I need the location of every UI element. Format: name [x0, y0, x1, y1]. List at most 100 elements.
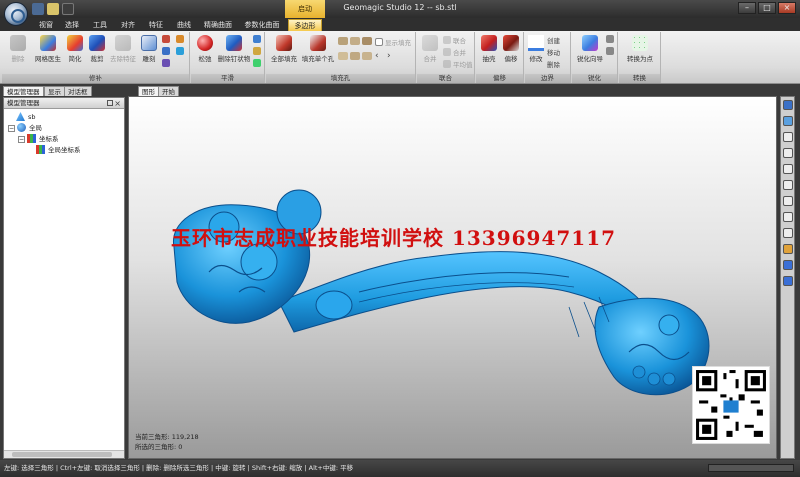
remove-features-button[interactable]: 去除特征: [108, 35, 138, 63]
current-triangles: 当前三角形: 119,218: [135, 433, 199, 441]
fill-shape-icon: [338, 52, 348, 60]
create-boundary-label: 创建: [547, 37, 560, 45]
smooth-small-3[interactable]: [253, 59, 263, 68]
simplify-button[interactable]: 简化: [64, 35, 86, 63]
maximize-button[interactable]: □: [758, 2, 776, 14]
repair-small-5[interactable]: [176, 47, 186, 56]
merge-button[interactable]: 合并: [419, 35, 441, 63]
zoom-icon[interactable]: [783, 148, 793, 158]
create-boundary-button[interactable]: 创建: [547, 35, 560, 45]
view-tool-icon[interactable]: [783, 132, 793, 142]
tree-item-global-coordinate-system[interactable]: 全局坐标系: [36, 145, 81, 155]
view-tool-icon[interactable]: [783, 100, 793, 110]
view-tool-icon[interactable]: [783, 228, 793, 238]
delete-button[interactable]: 删除: [6, 35, 30, 63]
combine-merge-button[interactable]: 合并: [443, 47, 466, 57]
tab-align[interactable]: 对齐: [116, 19, 140, 31]
tab-start[interactable]: 开始: [158, 86, 179, 96]
relax-icon: [197, 35, 213, 51]
tab-polygons[interactable]: 多边形: [288, 19, 322, 31]
move-boundary-button[interactable]: 移动: [547, 47, 560, 57]
fill-shape-3[interactable]: [362, 37, 374, 46]
remove-features-label: 去除特征: [110, 55, 136, 63]
fill-shape-4[interactable]: [338, 52, 350, 61]
shell-icon: [481, 35, 497, 51]
tab-tools[interactable]: 工具: [88, 19, 112, 31]
modify-boundary-button[interactable]: 修改: [526, 35, 546, 63]
merge-icon: [422, 35, 438, 51]
trim-button[interactable]: 裁剪: [86, 35, 108, 63]
combine-union-button[interactable]: 联合: [443, 35, 466, 45]
repair-small-2[interactable]: [162, 47, 172, 56]
show-fill-checkbox[interactable]: 显示填充: [375, 37, 411, 47]
tab-display[interactable]: 显示: [44, 86, 65, 96]
delete-icon: [10, 35, 26, 51]
smooth-tool-icon: [253, 59, 261, 67]
mesh-doctor-button[interactable]: 网格医生: [32, 35, 64, 63]
mesh-doctor-label: 网格医生: [35, 55, 61, 63]
repair-small-3[interactable]: [162, 59, 172, 68]
fill-single-label: 填充单个孔: [301, 55, 335, 63]
pin-icon[interactable]: [107, 100, 113, 106]
tab-model-manager[interactable]: 模型管理器: [3, 86, 44, 96]
view-tool-icon[interactable]: [783, 276, 793, 286]
tab-view[interactable]: 视窗: [34, 19, 58, 31]
shell-button[interactable]: 抽壳: [478, 35, 500, 63]
average-button[interactable]: 平均值: [443, 59, 473, 69]
close-button[interactable]: ×: [778, 2, 796, 14]
convert-to-points-button[interactable]: 转换为点: [621, 35, 659, 63]
repair-small-4[interactable]: [176, 35, 186, 44]
next-hole-button[interactable]: ›: [387, 51, 391, 61]
tree-item-coordinate-systems[interactable]: − 坐标系: [18, 134, 59, 144]
tab-parametric-surfaces[interactable]: 参数化曲面: [240, 19, 284, 31]
tab-select[interactable]: 选择: [60, 19, 84, 31]
view-tool-icon[interactable]: [783, 116, 793, 126]
fill-shape-icon: [362, 37, 372, 45]
view-tool-icon[interactable]: [783, 260, 793, 270]
tab-curves[interactable]: 曲线: [172, 19, 196, 31]
fill-shape-6[interactable]: [362, 52, 374, 61]
panel-close-icon[interactable]: ×: [114, 98, 121, 109]
tree-item-model-label: sb: [28, 113, 36, 121]
minimize-button[interactable]: –: [738, 2, 756, 14]
progress-bar: [708, 464, 794, 472]
scrollbar-thumb[interactable]: [12, 452, 112, 457]
previous-hole-button[interactable]: ‹: [375, 51, 379, 61]
view-tool-icon[interactable]: [783, 196, 793, 206]
collapse-icon[interactable]: −: [18, 136, 25, 143]
repair-tool-icon: [176, 47, 184, 55]
relax-button[interactable]: 松弛: [193, 35, 217, 63]
panel-title-bar: 模型管理器 ×: [4, 98, 124, 109]
tab-dialog[interactable]: 对话框: [64, 86, 92, 96]
application-menu-button[interactable]: [4, 2, 28, 26]
panel-horizontal-scrollbar[interactable]: [4, 450, 124, 458]
tab-exact-surfaces[interactable]: 精确曲面: [200, 19, 236, 31]
fill-shape-2[interactable]: [350, 37, 362, 46]
smooth-small-2[interactable]: [253, 47, 263, 56]
delete-boundary-button[interactable]: 删除: [547, 59, 560, 69]
tree-item-global[interactable]: − 全局: [8, 123, 42, 133]
tab-features[interactable]: 特征: [144, 19, 168, 31]
smooth-small-1[interactable]: [253, 35, 263, 44]
fill-shape-1[interactable]: [338, 37, 350, 46]
collapse-icon[interactable]: −: [8, 125, 15, 132]
sharpen-small-1[interactable]: [606, 35, 616, 44]
view-tool-icon[interactable]: [783, 212, 793, 222]
repair-small-1[interactable]: [162, 35, 172, 44]
graphics-viewport[interactable]: 玉环市志成职业技能培训学校 13396947117 当前三角形: 119,218…: [128, 96, 777, 459]
fill-shape-5[interactable]: [350, 52, 362, 61]
tree-item-model[interactable]: sb: [16, 112, 36, 122]
show-fill-label: 显示填充: [385, 39, 411, 47]
view-tool-icon[interactable]: [783, 164, 793, 174]
view-tool-icon[interactable]: [783, 180, 793, 190]
offset-button[interactable]: 偏移: [500, 35, 522, 63]
ruyi-model[interactable]: [129, 97, 777, 459]
remove-spikes-button[interactable]: 删除钉状物: [217, 35, 251, 63]
tab-graphics[interactable]: 图形: [138, 86, 159, 96]
fill-single-button[interactable]: 填充单个孔: [300, 35, 336, 63]
view-tool-icon[interactable]: [783, 244, 793, 254]
fill-all-button[interactable]: 全部填充: [268, 35, 300, 63]
sculpt-button[interactable]: 雕刻: [138, 35, 160, 63]
sharpen-wizard-button[interactable]: 锐化向导: [574, 35, 606, 63]
sharpen-small-2[interactable]: [606, 47, 616, 56]
